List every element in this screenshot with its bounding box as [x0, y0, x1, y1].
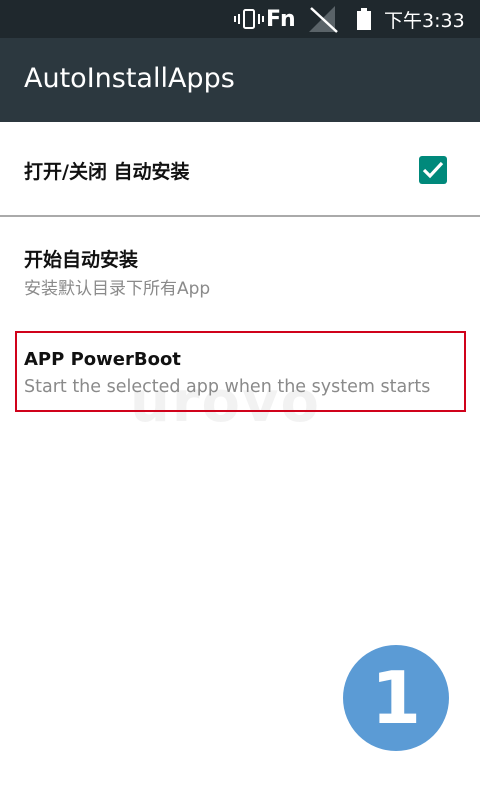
highlight-box	[15, 331, 466, 412]
app-title: AutoInstallApps	[24, 63, 235, 94]
fn-icon: Fn	[266, 6, 296, 32]
auto-install-toggle-title: 打开/关闭 自动安装	[24, 161, 190, 183]
start-auto-install-summary: 安装默认目录下所有App	[24, 279, 211, 299]
status-bar: Fn 下午3:33	[0, 0, 480, 38]
start-auto-install-title: 开始自动安装	[24, 249, 139, 271]
start-auto-install-row[interactable]: 开始自动安装 安装默认目录下所有App	[0, 217, 480, 327]
battery-icon	[356, 0, 376, 38]
checkmark-icon	[422, 161, 444, 179]
auto-install-toggle-row[interactable]: 打开/关闭 自动安装	[0, 122, 480, 215]
status-clock: 下午3:33	[384, 9, 465, 32]
app-bar: AutoInstallApps	[0, 38, 480, 122]
no-signal-icon	[305, 0, 339, 38]
auto-install-checkbox[interactable]	[419, 156, 447, 184]
vibrate-icon	[234, 0, 264, 38]
step-number-badge: 1	[343, 645, 449, 751]
